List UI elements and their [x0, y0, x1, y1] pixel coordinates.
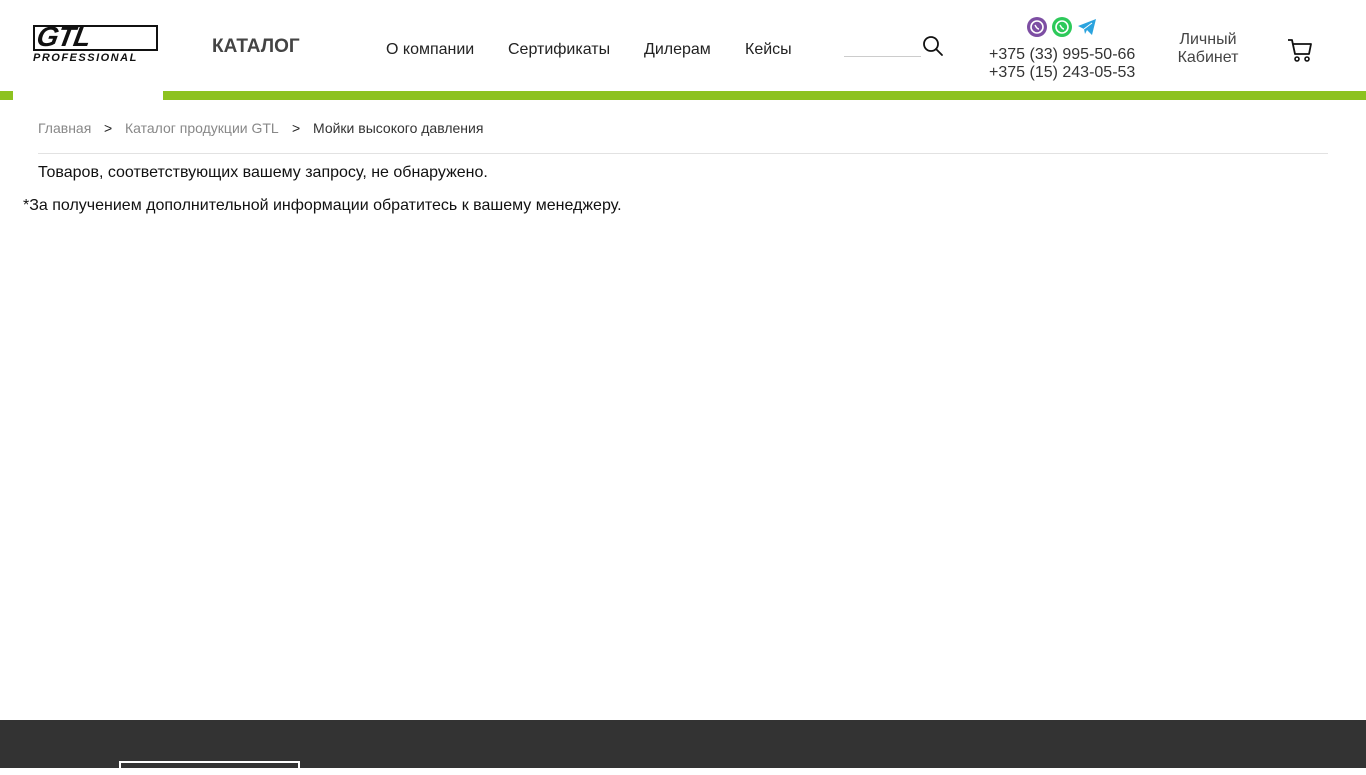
- breadcrumb-catalog[interactable]: Каталог продукции GTL: [125, 120, 279, 136]
- site-footer: [0, 720, 1366, 775]
- search-input[interactable]: [844, 36, 921, 57]
- header-accent-bar-left: [0, 91, 13, 100]
- footer-logo[interactable]: [119, 761, 300, 775]
- manager-note: *За получением дополнительной информации…: [23, 197, 622, 214]
- breadcrumb-separator: >: [104, 120, 113, 136]
- personal-cabinet-link[interactable]: Личный Кабинет: [1170, 31, 1246, 67]
- site-header: GTL PROFESSIONAL КАТАЛОГ О компании Серт…: [0, 0, 1366, 100]
- viber-icon[interactable]: [1027, 17, 1047, 37]
- telegram-icon[interactable]: [1077, 17, 1097, 37]
- logo-text: GTL: [34, 21, 93, 52]
- nav-about[interactable]: О компании: [386, 41, 474, 59]
- no-results-message: Товаров, соответствующих вашему запросу,…: [38, 164, 488, 181]
- phone-link-2[interactable]: +375 (15) 243-05-53: [989, 64, 1135, 82]
- phone-link-1[interactable]: +375 (33) 995-50-66: [989, 46, 1135, 64]
- nav-certificates[interactable]: Сертификаты: [508, 41, 610, 59]
- cart-icon[interactable]: [1286, 36, 1314, 64]
- header-accent-bar: [163, 91, 1366, 100]
- messenger-links: [1027, 17, 1102, 39]
- breadcrumb-home[interactable]: Главная: [38, 120, 91, 136]
- gtl-logo[interactable]: GTL PROFESSIONAL: [33, 21, 161, 65]
- breadcrumb-current: Мойки высокого давления: [313, 120, 484, 136]
- whatsapp-icon[interactable]: [1052, 17, 1072, 37]
- nav-cases[interactable]: Кейсы: [745, 41, 792, 59]
- logo-subtitle: PROFESSIONAL: [33, 52, 138, 64]
- search-icon[interactable]: [922, 35, 944, 57]
- breadcrumb-separator: >: [292, 120, 301, 136]
- content-divider: [38, 153, 1328, 154]
- nav-dealers[interactable]: Дилерам: [644, 41, 711, 59]
- catalog-link[interactable]: КАТАЛОГ: [212, 36, 300, 58]
